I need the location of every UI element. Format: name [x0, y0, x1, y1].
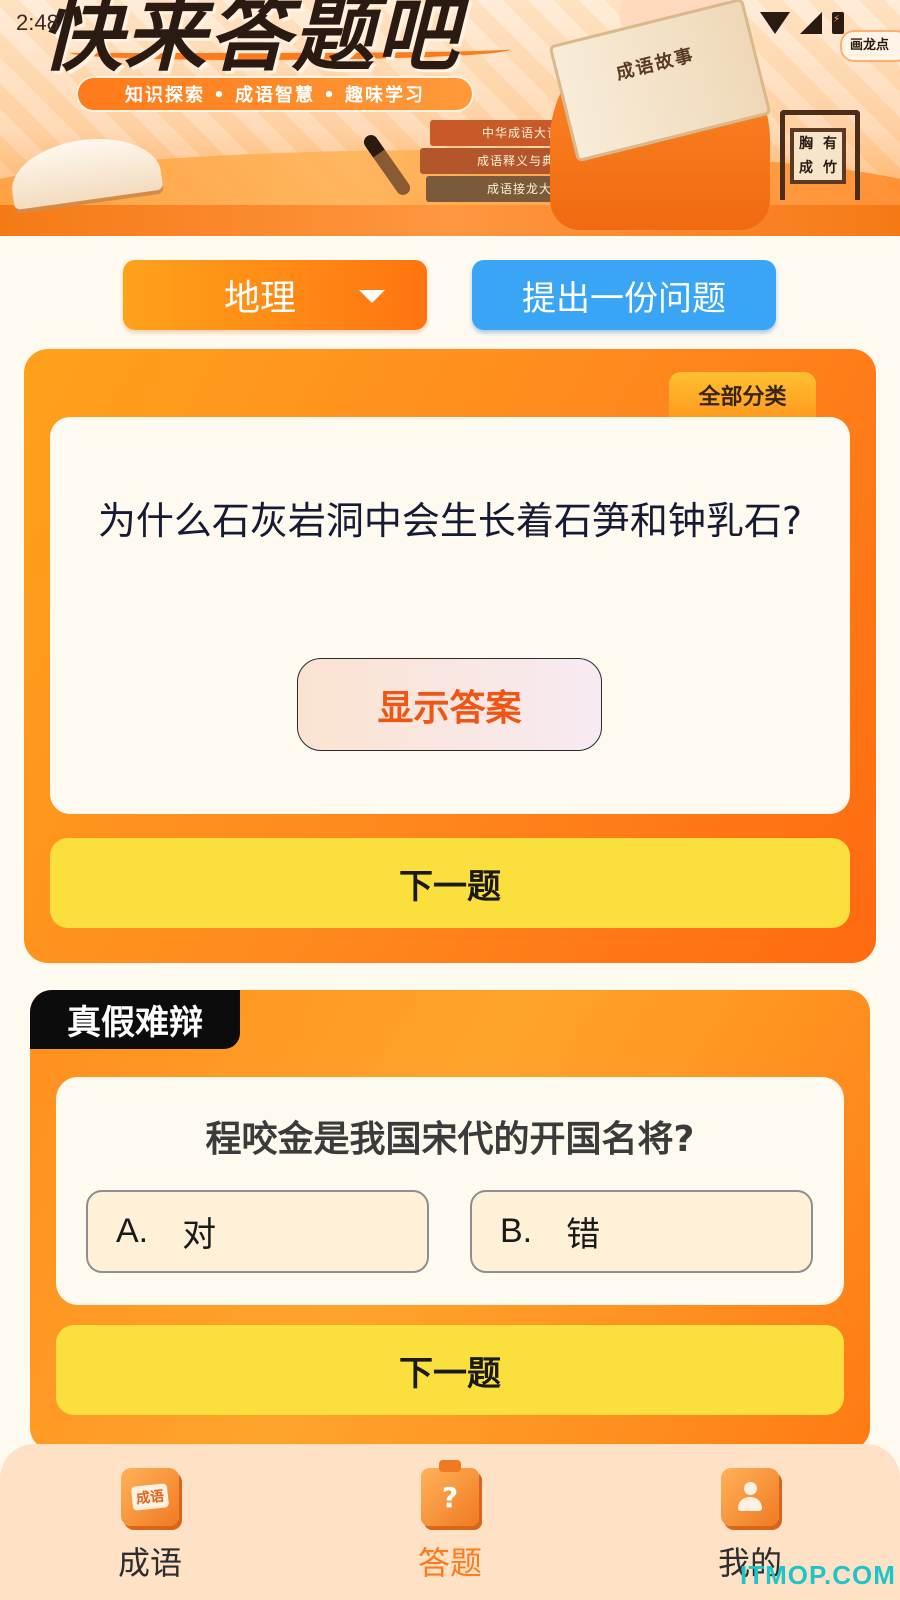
question-panel: [50, 417, 850, 814]
reader-character-illustration: 成语故事: [520, 0, 780, 230]
status-icons: [760, 12, 844, 34]
nav-item-quiz[interactable]: ? 答题: [380, 1460, 520, 1588]
idiom-icon-label: 成语: [130, 1483, 170, 1511]
chevron-down-icon: [359, 290, 385, 303]
category-dropdown-value: 地理: [223, 278, 296, 319]
plaque-char: 竹: [823, 160, 837, 176]
option-letter: A.: [116, 1212, 149, 1250]
person-glyph: [738, 1482, 762, 1512]
option-false-button[interactable]: B. 错: [470, 1190, 813, 1273]
submit-question-button[interactable]: 提出一份问题: [472, 260, 776, 330]
quiz-clipboard-icon: ?: [421, 1460, 479, 1526]
battery-icon: [832, 12, 844, 34]
true-false-question: 程咬金是我国宋代的开国名将?: [205, 1119, 695, 1160]
plaque-char: 胸: [799, 136, 813, 152]
site-watermark: ITMOP.COM: [740, 1560, 896, 1590]
idiom-plaque: 胸 有 成 竹: [790, 128, 846, 184]
plaque-char: 有: [823, 136, 837, 152]
header-banner: 中华成语大词典 成语释义与典故 成语接龙大全 成语故事 胸 有 成 竹 画龙点 …: [0, 0, 900, 236]
option-true-button[interactable]: A. 对: [86, 1190, 429, 1273]
nav-label: 答题: [417, 1544, 482, 1582]
nav-label: 成语: [117, 1544, 182, 1582]
next-question-button[interactable]: 下一题: [50, 838, 850, 928]
banner-title: 快来答题吧: [40, 0, 460, 83]
category-tag: 全部分类: [669, 372, 816, 417]
idiom-book-icon: 成语: [121, 1468, 179, 1526]
question-text: 为什么石灰岩洞中会生长着石笋和钟乳石?: [97, 499, 803, 543]
category-dropdown[interactable]: 地理: [123, 260, 427, 330]
option-text: 对: [182, 1215, 217, 1255]
nav-item-idiom[interactable]: 成语 成语: [80, 1468, 220, 1588]
banner-subtitle: 知识探索 • 成语智慧 • 趣味学习: [76, 76, 474, 112]
option-text: 错: [566, 1215, 601, 1255]
profile-card-icon: [721, 1468, 779, 1526]
wifi-icon: [760, 12, 790, 34]
question-mark-glyph: ?: [441, 1480, 459, 1514]
true-false-title: 真假难辩: [30, 990, 240, 1049]
next-true-false-button[interactable]: 下一题: [56, 1325, 844, 1415]
plaque-char: 成: [799, 160, 813, 176]
option-letter: B.: [500, 1212, 533, 1250]
status-time: 2:48: [16, 10, 59, 35]
show-answer-button[interactable]: 显示答案: [297, 658, 602, 751]
signal-icon: [800, 12, 822, 34]
banner-sticker: 画龙点: [840, 30, 900, 62]
